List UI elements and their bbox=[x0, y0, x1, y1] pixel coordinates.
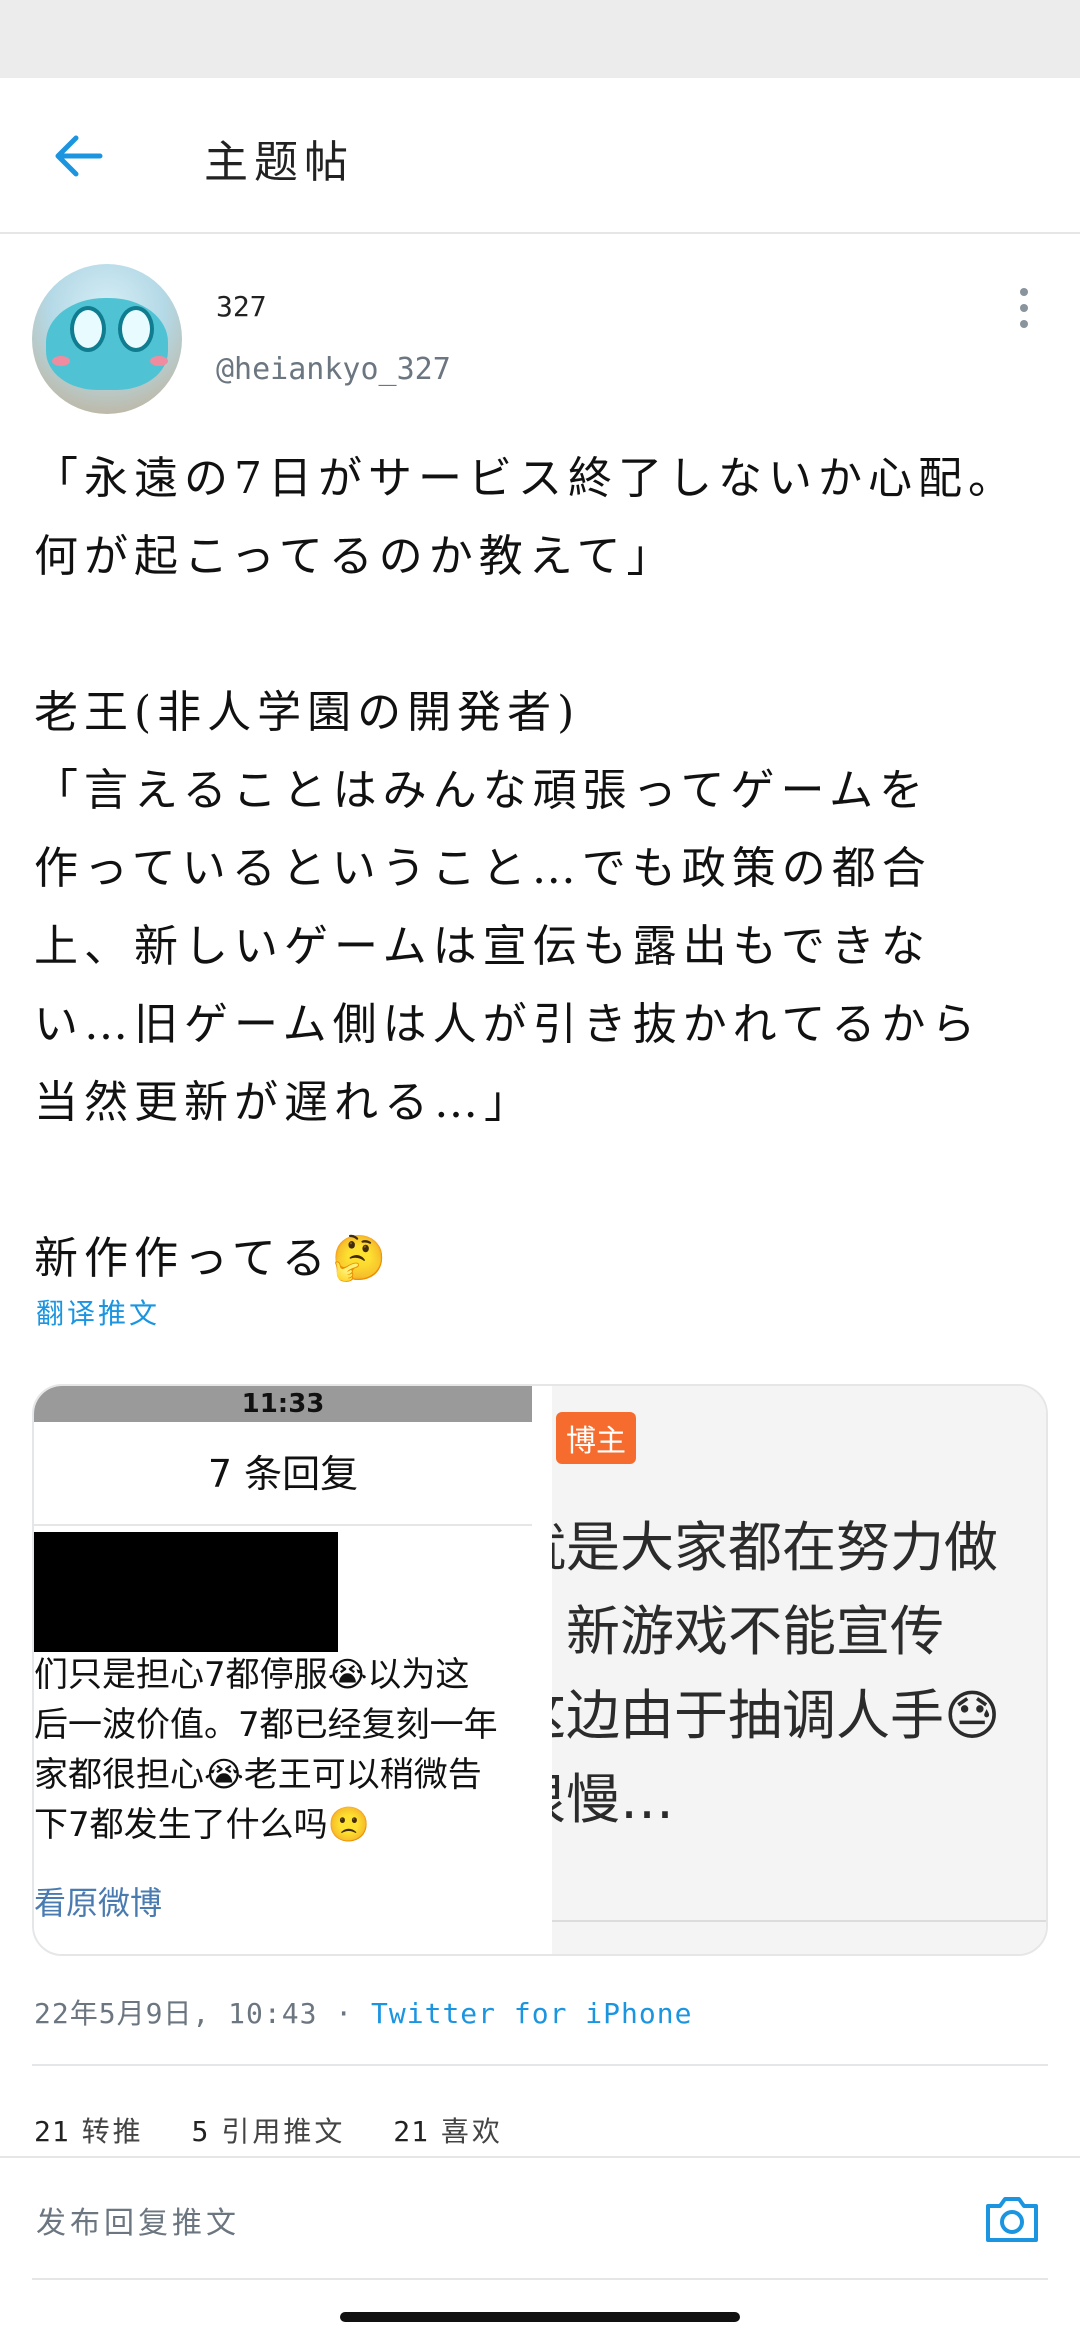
tweet-date: 22年5月9日, 10:43 · bbox=[34, 1997, 372, 2030]
quotes-stat[interactable]: 5 引用推文 bbox=[192, 2115, 346, 2148]
back-button[interactable] bbox=[42, 120, 114, 192]
media-image-1[interactable]: 11:33 7 条回复 们只是担心7都停服😭以为这 后一波价值。7都已经复刻一年… bbox=[34, 1386, 532, 1954]
media-attachments: 11:33 7 条回复 们只是担心7都停服😭以为这 后一波价值。7都已经复刻一年… bbox=[32, 1384, 1048, 1956]
status-bar bbox=[0, 0, 1080, 78]
screenshot-view-link: 看原微博 bbox=[34, 1884, 163, 1922]
camera-button[interactable] bbox=[980, 2186, 1044, 2250]
screenshot-reply-title: 7 条回复 bbox=[34, 1422, 532, 1526]
more-options-button[interactable] bbox=[1010, 288, 1038, 328]
screenshot-zoom-text: 就是大家都在努力做 ，新游戏不能宣传 这边由于抽调人手😓 很慢… bbox=[552, 1516, 1001, 1831]
media-image-2[interactable]: 博主 就是大家都在努力做 ，新游戏不能宣传 这边由于抽调人手😓 很慢… bbox=[552, 1386, 1046, 1954]
reply-input[interactable]: 发布回复推文 bbox=[36, 2198, 240, 2242]
retweets-stat[interactable]: 21 转推 bbox=[34, 2115, 144, 2148]
tweet-text: 「永遠の7日がサービス終了しないか心配。 何が起こってるのか教えて」 老王(非人… bbox=[34, 453, 1018, 1284]
author-name[interactable]: 327 bbox=[216, 290, 267, 323]
tweet-source-link[interactable]: Twitter for iPhone bbox=[371, 1997, 692, 2030]
page-title: 主题帖 bbox=[204, 137, 354, 188]
more-vertical-icon bbox=[1020, 288, 1028, 296]
screenshot-time: 11:33 bbox=[241, 1389, 325, 1419]
author-handle[interactable]: @heiankyo_327 bbox=[216, 352, 451, 387]
tweet-meta: 22年5月9日, 10:43 · Twitter for iPhone bbox=[34, 1992, 692, 2032]
arrow-left-icon bbox=[55, 135, 103, 177]
avatar[interactable] bbox=[32, 264, 182, 414]
home-indicator bbox=[340, 2312, 740, 2322]
redacted-block bbox=[34, 1532, 338, 1652]
header: 主题帖 bbox=[0, 78, 1080, 234]
blogger-badge: 博主 bbox=[556, 1412, 636, 1464]
reply-bar: 发布回复推文 bbox=[0, 2158, 1080, 2278]
translate-tweet-link[interactable]: 翻译推文 bbox=[36, 1292, 160, 1332]
camera-icon bbox=[986, 2197, 1038, 2242]
tweet-stats: 21 转推 5 引用推文 21 喜欢 bbox=[34, 2110, 539, 2150]
screenshot-reply-text: 们只是担心7都停服😭以为这 后一波价值。7都已经复刻一年 家都很担心😭老王可以稍… bbox=[34, 1655, 498, 1845]
likes-stat[interactable]: 21 喜欢 bbox=[393, 2115, 503, 2148]
